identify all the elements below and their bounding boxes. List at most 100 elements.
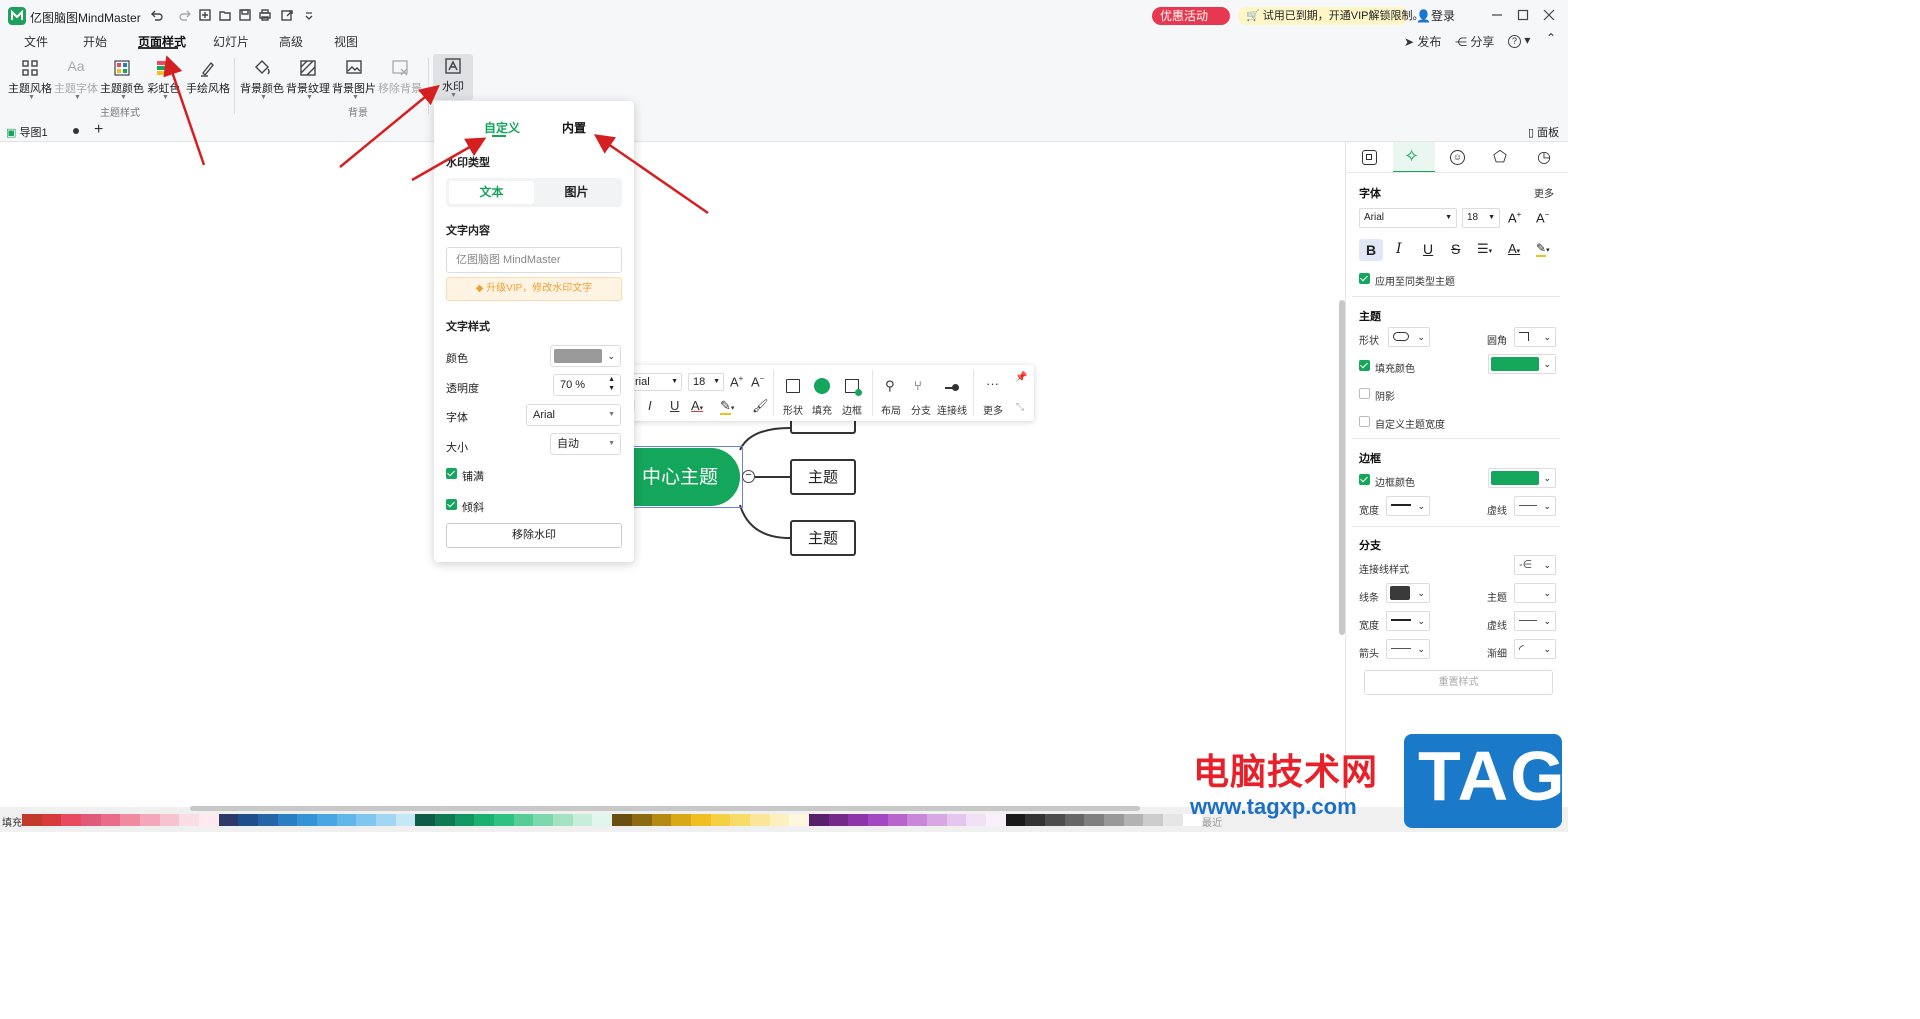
panel-size-select[interactable]: 18 ▼	[1462, 208, 1500, 228]
branch-dash-select[interactable]: ⌄	[1514, 611, 1556, 631]
palette-swatch[interactable]	[749, 814, 770, 826]
underline-icon[interactable]: U	[1423, 241, 1433, 257]
bold-icon[interactable]: B	[1359, 239, 1383, 261]
panel-tab-page-icon[interactable]	[1362, 150, 1377, 165]
palette-swatch[interactable]	[690, 814, 711, 826]
tab-custom-watermark[interactable]: 自定义	[484, 119, 520, 136]
palette-swatch[interactable]	[100, 814, 121, 826]
publish-button[interactable]: ➤ 发布	[1404, 33, 1441, 50]
watermark-font-select[interactable]: Arial ▼	[526, 404, 621, 426]
maximize-icon[interactable]	[1516, 8, 1530, 22]
palette-swatch[interactable]	[769, 814, 790, 826]
palette-swatch[interactable]	[710, 814, 731, 826]
branch-icon[interactable]: ⑂	[914, 378, 922, 393]
palette-swatch[interactable]	[1025, 814, 1045, 826]
border-icon[interactable]	[845, 379, 862, 396]
border-color-checkbox[interactable]	[1359, 474, 1370, 485]
palette-swatch[interactable]	[533, 814, 554, 826]
palette-swatch[interactable]	[317, 814, 337, 826]
palette-swatch[interactable]	[907, 814, 927, 826]
text-color-icon[interactable]: A▾	[691, 398, 703, 413]
more-dots-icon[interactable]: ···	[986, 376, 999, 391]
add-tab-button[interactable]: +	[94, 121, 103, 139]
share-button[interactable]: ⋲ 分享	[1455, 33, 1494, 50]
print-icon[interactable]	[258, 8, 272, 22]
panel-tab-mark-icon[interactable]: ☺	[1450, 150, 1465, 165]
palette-swatch[interactable]	[1103, 814, 1124, 826]
palette-swatch[interactable]	[218, 814, 239, 826]
login-button[interactable]: 👤登录	[1416, 7, 1466, 25]
panel-font-select[interactable]: Arial ▼	[1359, 208, 1457, 228]
background-image-button[interactable]: 背景图片 ▼	[332, 56, 376, 106]
italic-icon[interactable]: I	[648, 398, 652, 413]
panel-tab-style-icon[interactable]: ✧	[1404, 146, 1419, 167]
font-shrink-icon[interactable]: A−	[751, 374, 764, 389]
palette-swatch[interactable]	[513, 814, 534, 826]
type-image-option[interactable]: 图片	[534, 181, 619, 204]
palette-swatch[interactable]	[671, 814, 691, 826]
undo-icon[interactable]	[150, 8, 164, 22]
font-grow-icon[interactable]: A+	[730, 374, 743, 389]
line-color-picker[interactable]: ⌄	[1386, 583, 1430, 603]
redo-icon[interactable]	[178, 8, 192, 22]
palette-swatch[interactable]	[415, 814, 436, 826]
remove-background-button[interactable]: 移除背景	[378, 56, 422, 106]
watermark-button[interactable]: 水印 ▼	[433, 54, 473, 100]
tab-file[interactable]: 文件	[24, 33, 48, 50]
watermark-size-select[interactable]: 自动 ▼	[550, 433, 621, 455]
horizontal-scrollbar[interactable]	[190, 806, 1140, 811]
palette-swatch[interactable]	[1084, 814, 1104, 826]
collapse-branch-button[interactable]: −	[742, 470, 755, 483]
opacity-stepper[interactable]: 70 % ▲ ▼	[553, 374, 621, 396]
palette-swatch[interactable]	[867, 814, 888, 826]
minimize-icon[interactable]	[1490, 8, 1504, 22]
palette-swatch[interactable]	[494, 814, 514, 826]
fill-circle-icon[interactable]	[814, 378, 830, 394]
watermark-color-picker[interactable]: ⌄	[550, 345, 621, 367]
connector-icon[interactable]	[945, 384, 959, 392]
background-color-button[interactable]: 背景颜色 ▼	[240, 56, 284, 106]
float-size-select[interactable]: 18 ▼	[688, 373, 724, 391]
palette-swatch[interactable]	[1162, 814, 1183, 826]
palette-swatch[interactable]	[966, 814, 986, 826]
palette-swatch[interactable]	[1143, 814, 1163, 826]
palette-swatch[interactable]	[41, 814, 62, 826]
fill-color-picker[interactable]: ⌄	[1488, 354, 1556, 374]
connector-style-select[interactable]: -∈ ⌄	[1514, 555, 1556, 575]
font-shrink-icon[interactable]: A−	[1536, 210, 1549, 225]
palette-swatch[interactable]	[572, 814, 593, 826]
panel-toggle-button[interactable]: ▯ 面板	[1528, 124, 1559, 140]
shadow-checkbox[interactable]	[1359, 388, 1370, 399]
fill-color-checkbox[interactable]	[1359, 360, 1370, 371]
underline-icon[interactable]: U	[670, 398, 679, 413]
text-color-icon[interactable]: A▾	[1508, 241, 1520, 256]
palette-swatch[interactable]	[946, 814, 967, 826]
palette-swatch[interactable]	[848, 814, 868, 826]
tile-checkbox[interactable]	[446, 468, 457, 479]
palette-swatch[interactable]	[631, 814, 652, 826]
italic-icon[interactable]: I	[1396, 241, 1402, 257]
palette-swatch[interactable]	[592, 814, 613, 826]
custom-width-checkbox[interactable]	[1359, 416, 1370, 427]
palette-swatch[interactable]	[22, 814, 42, 826]
layout-icon[interactable]: ⚲	[885, 378, 895, 394]
palette-swatches[interactable]	[22, 814, 1203, 826]
watermark-text-input[interactable]: 亿图脑图 MindMaster	[446, 247, 622, 273]
palette-swatch[interactable]	[612, 814, 632, 826]
font-more-link[interactable]: 更多	[1534, 185, 1554, 200]
format-painter-icon[interactable]: 🖌	[752, 398, 769, 414]
border-dash-select[interactable]: ⌄	[1514, 496, 1556, 516]
tab-slides[interactable]: 幻灯片	[213, 33, 249, 50]
theme-font-button[interactable]: Aa 主题字体 ▼	[54, 56, 98, 106]
palette-swatch[interactable]	[808, 814, 829, 826]
arrow-select[interactable]: ⌄	[1386, 639, 1430, 659]
font-grow-icon[interactable]: A+	[1508, 210, 1521, 225]
panel-tab-icon-library-icon[interactable]: ⬠	[1493, 147, 1507, 167]
palette-swatch[interactable]	[789, 814, 809, 826]
highlight-icon[interactable]: ✎▾	[1536, 241, 1550, 257]
float-font-select[interactable]: rial ▼	[630, 373, 682, 391]
shape-square-icon[interactable]	[786, 379, 800, 393]
tilt-checkbox[interactable]	[446, 499, 457, 510]
palette-swatch[interactable]	[238, 814, 259, 826]
palette-swatch[interactable]	[730, 814, 750, 826]
